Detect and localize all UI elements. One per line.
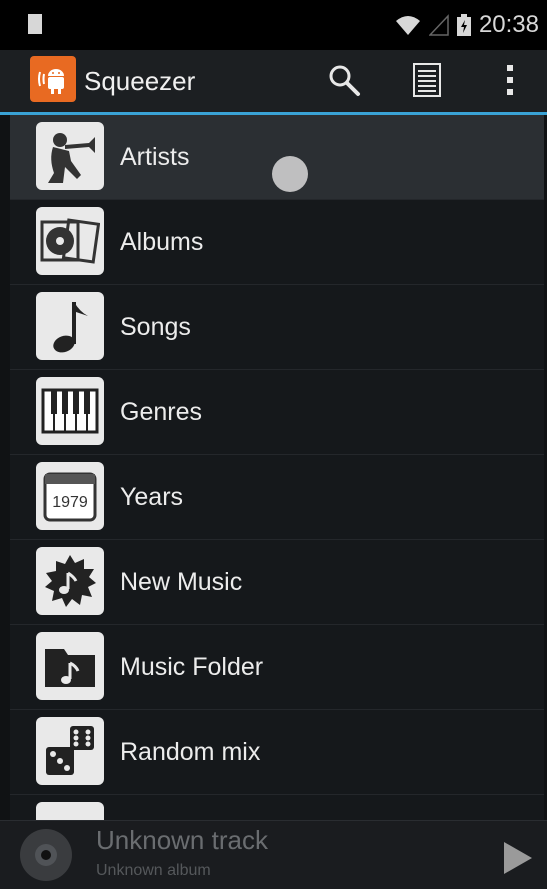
list-item-albums[interactable]: Albums — [10, 200, 544, 285]
list-item-label: Artists — [120, 143, 190, 171]
overflow-menu-button[interactable] — [488, 58, 532, 102]
list-item-label: Years — [120, 483, 184, 511]
now-playing-bar[interactable] — [0, 820, 547, 889]
status-bar: 20:38 — [0, 0, 547, 50]
list-item-partial[interactable] — [10, 795, 544, 820]
list-item-music-folder[interactable]: Music Folder — [10, 625, 544, 710]
list-item-new-music[interactable]: New Music — [10, 540, 544, 625]
partial-item-icon — [36, 802, 104, 820]
status-time: 20:38 — [478, 11, 539, 38]
list-item-years[interactable]: 1979 Years — [10, 455, 544, 540]
android-icon — [38, 69, 64, 94]
piano-keys-icon — [36, 377, 104, 445]
app-logo-icon[interactable] — [30, 56, 76, 102]
action-bar — [0, 50, 547, 115]
notification-icon — [28, 14, 42, 34]
now-playing-album: Unknown album — [96, 862, 211, 879]
battery-icon — [456, 14, 471, 36]
app-title: Squeezer — [84, 66, 196, 96]
list-item-label: Albums — [120, 228, 204, 256]
calendar-year: 1979 — [52, 494, 88, 511]
now-playing-track: Unknown track — [96, 825, 268, 855]
overflow-icon — [507, 65, 513, 95]
touch-indicator — [272, 156, 308, 192]
calendar-icon: 1979 — [36, 462, 104, 530]
play-button[interactable] — [498, 838, 538, 878]
music-note-icon — [36, 292, 104, 360]
search-icon — [329, 65, 360, 96]
list-item-label: Songs — [120, 313, 191, 341]
dice-icon — [36, 717, 104, 785]
wifi-icon — [395, 16, 420, 35]
trumpet-player-icon — [36, 122, 104, 190]
search-button[interactable] — [322, 58, 366, 102]
playlist-icon — [413, 63, 441, 97]
list-item-label: Music Folder — [120, 653, 264, 681]
music-folder-icon — [36, 632, 104, 700]
list-item-genres[interactable]: Genres — [10, 370, 544, 455]
albums-icon — [36, 207, 104, 275]
list-item-songs[interactable]: Songs — [10, 285, 544, 370]
playlist-button[interactable] — [405, 58, 449, 102]
home-menu-list: Artists Albums Songs Genres 1979 Years N… — [10, 115, 544, 820]
play-icon — [504, 842, 532, 874]
list-item-label: Random mix — [120, 738, 261, 766]
album-art-disc-icon — [20, 829, 72, 881]
signal-icon — [428, 14, 449, 36]
list-item-label: New Music — [120, 568, 243, 596]
new-music-icon — [36, 547, 104, 615]
list-item-random-mix[interactable]: Random mix — [10, 710, 544, 795]
list-item-label: Genres — [120, 398, 202, 426]
